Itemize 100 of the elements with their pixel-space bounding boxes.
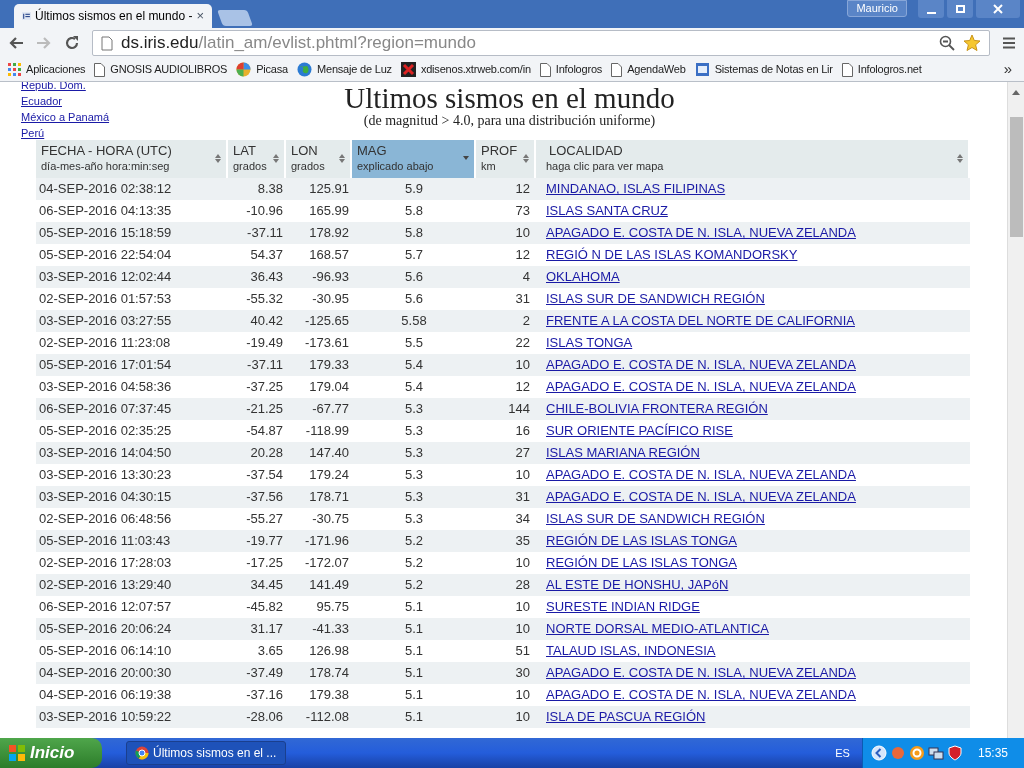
sidebar-link[interactable]: Ecuador [21, 93, 110, 109]
page-icon [611, 62, 623, 77]
location-link[interactable]: AL ESTE DE HONSHU, JAPóN [546, 577, 729, 593]
bookmark[interactable]: Infologros [539, 61, 603, 78]
table-cell-text: 5.4 [403, 356, 425, 375]
more-bookmarks-button[interactable]: » [1003, 58, 1012, 81]
location-link[interactable]: APAGADO E. COSTA DE N. ISLA, NUEVA ZELANDA [546, 467, 856, 483]
user-button[interactable]: Mauricio [847, 0, 907, 17]
bookmark[interactable]: Aplicaciones [8, 61, 86, 78]
sidebar-link[interactable]: Repub. Dom. [21, 82, 110, 93]
new-tab-button[interactable] [217, 10, 253, 26]
language-indicator[interactable]: ES [835, 744, 850, 762]
bookmark[interactable]: Sistemas de Notas en Lir [694, 61, 833, 78]
menu-icon[interactable] [1002, 36, 1016, 50]
address-bar[interactable]: ds.iris.edu/latin_am/evlist.phtml?region=mundo [92, 30, 990, 56]
table-cell-text: -37.11 [246, 224, 284, 243]
table-cell-text: 03-SEP-2016 10:59:22 [38, 708, 173, 727]
location-link[interactable]: ISLA DE PASCUA REGIÓN [546, 709, 706, 725]
bookmark[interactable]: Picasa [236, 61, 288, 78]
location-link[interactable]: TALAUD ISLAS, INDONESIA [546, 643, 716, 659]
scroll-up-icon[interactable] [1012, 89, 1020, 95]
x-logo-icon [400, 62, 416, 77]
close-window-button[interactable] [976, 0, 1020, 18]
column-header[interactable]: LAT grados [228, 140, 286, 178]
table-cell-text: 10 [514, 708, 531, 727]
bookmark[interactable]: xdisenos.xtrweb.com/in [400, 61, 531, 78]
location-link[interactable]: OKLAHOMA [546, 269, 620, 285]
restore-button[interactable] [947, 0, 973, 18]
table-cell-text: 5.1 [403, 642, 425, 661]
location-link[interactable]: MINDANAO, ISLAS FILIPINAS [546, 181, 726, 197]
taskbar-window-button[interactable]: Últimos sismos en el ... [126, 741, 286, 765]
network-icon[interactable] [927, 745, 944, 761]
location-link[interactable]: ISLAS MARIANA REGIÓN [546, 445, 700, 461]
clock: 15:35 [977, 745, 1008, 762]
table-cell-text: 27 [514, 444, 531, 463]
location-link[interactable]: SURESTE INDIAN RIDGE [546, 599, 700, 615]
scrollbar-thumb[interactable] [1009, 117, 1023, 237]
column-header[interactable]: LON grados [286, 140, 352, 178]
shield-icon[interactable] [946, 745, 963, 761]
location-link[interactable]: APAGADO E. COSTA DE N. ISLA, NUEVA ZELANDA [546, 357, 856, 373]
table-cell-text: 73 [514, 202, 531, 221]
location-link[interactable]: REGIÓN DE LAS ISLAS TONGA [546, 533, 737, 549]
table-cell-text: 4 [521, 268, 531, 287]
table-cell-text: 179.38 [308, 686, 350, 705]
table-cell-text: 147.40 [308, 444, 350, 463]
table-cell-text: 5.3 [403, 422, 425, 441]
chrome-icon [135, 746, 149, 760]
location-link[interactable]: REGIÓ N DE LAS ISLAS KOMANDORSKY [546, 247, 798, 263]
table-cell-text: 12 [514, 180, 531, 199]
star-icon[interactable] [963, 34, 981, 52]
location-link[interactable]: APAGADO E. COSTA DE N. ISLA, NUEVA ZELANDA [546, 379, 856, 395]
table-cell-text: 5.8 [403, 202, 425, 221]
location-link[interactable]: ISLAS SUR DE SANDWICH REGIÓN [546, 291, 765, 307]
column-header[interactable]: MAG explicado abajo [352, 140, 476, 178]
bookmark[interactable]: Mensaje de Luz [297, 61, 392, 78]
table-cell-text: 3.65 [256, 642, 284, 661]
sidebar-link[interactable]: México a Panamá [21, 109, 110, 125]
table-cell-text: 22 [514, 334, 531, 353]
close-tab-button[interactable]: × [196, 6, 204, 26]
zoom-icon[interactable] [939, 35, 955, 51]
table-cell-text: 31.17 [249, 620, 284, 639]
table-cell-text: 31 [514, 290, 531, 309]
bookmark[interactable]: Infologros.net [841, 61, 922, 78]
table-cell-text: -112.08 [304, 708, 350, 727]
location-link[interactable]: APAGADO E. COSTA DE N. ISLA, NUEVA ZELANDA [546, 665, 856, 681]
location-link[interactable]: APAGADO E. COSTA DE N. ISLA, NUEVA ZELANDA [546, 225, 856, 241]
location-link[interactable]: REGIÓN DE LAS ISLAS TONGA [546, 555, 737, 571]
column-header[interactable]: PROF km [476, 140, 536, 178]
location-link[interactable]: FRENTE A LA COSTA DEL NORTE DE CALIFORNIA [546, 313, 855, 329]
location-link[interactable]: SUR ORIENTE PACÍFICO RISE [546, 423, 733, 439]
location-link[interactable]: ISLAS SUR DE SANDWICH REGIÓN [546, 511, 765, 527]
location-link[interactable]: NORTE DORSAL MEDIO-ATLANTICA [546, 621, 769, 637]
table-cell-text: -45.82 [245, 598, 284, 617]
tray-icon[interactable] [908, 745, 925, 761]
bookmark[interactable]: GNOSIS AUDIOLIBROS [94, 61, 228, 78]
table-cell-text: 10 [514, 686, 531, 705]
scrollbar[interactable] [1007, 82, 1024, 738]
start-button[interactable]: Inicio [0, 738, 102, 768]
location-link[interactable]: APAGADO E. COSTA DE N. ISLA, NUEVA ZELANDA [546, 489, 856, 505]
bookmark[interactable]: AgendaWeb [611, 61, 686, 78]
location-link[interactable]: ISLAS SANTA CRUZ [546, 203, 668, 219]
table-cell-text: 2 [521, 312, 531, 331]
location-link[interactable]: ISLAS TONGA [546, 335, 633, 351]
table-cell-text: 178.74 [308, 664, 350, 683]
table-cell-text: 5.6 [403, 268, 425, 287]
sidebar-link[interactable]: Perú [21, 125, 110, 141]
back-icon[interactable] [8, 36, 24, 50]
column-header[interactable]: LOCALIDAD haga clic para ver mapa [536, 140, 970, 178]
location-link[interactable]: CHILE-BOLIVIA FRONTERA REGIÓN [546, 401, 768, 417]
sort-icon [273, 153, 279, 163]
reload-icon[interactable] [64, 35, 80, 51]
minimize-button[interactable] [918, 0, 944, 18]
table-cell-text: -37.25 [245, 378, 284, 397]
table-cell-text: 20.28 [249, 444, 284, 463]
location-link[interactable]: APAGADO E. COSTA DE N. ISLA, NUEVA ZELANDA [546, 687, 856, 703]
table-cell-text: 179.33 [308, 356, 350, 375]
table-cell-text: 06-SEP-2016 04:13:35 [38, 202, 173, 221]
table-cell-text: 03-SEP-2016 04:30:15 [38, 488, 173, 507]
column-header[interactable]: FECHA - HORA (UTC) día-mes-año hora:min:seg [36, 140, 228, 178]
browser-tab[interactable]: Últimos sismos en el mundo - × [14, 4, 212, 28]
